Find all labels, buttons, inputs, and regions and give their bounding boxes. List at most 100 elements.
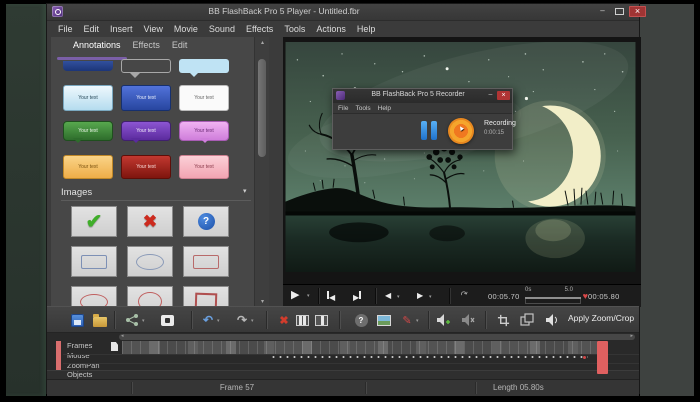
- redo-button[interactable]: ↷: [234, 312, 250, 328]
- recorder-menu-file[interactable]: File: [338, 105, 348, 112]
- mute-sound-button[interactable]: [460, 312, 476, 328]
- undo-button[interactable]: ↶: [200, 312, 216, 328]
- record-stop-button[interactable]: ▲: [448, 118, 474, 144]
- annotation-shape-tile[interactable]: Your text: [179, 155, 229, 179]
- redo-dropdown-icon[interactable]: ▾: [251, 318, 254, 324]
- track-label-mouse[interactable]: Mouse: [67, 351, 90, 360]
- scroll-down-icon[interactable]: ▾: [255, 298, 269, 305]
- undo-dropdown-icon[interactable]: ▾: [217, 318, 220, 324]
- tab-effects[interactable]: Effects: [133, 40, 160, 50]
- movie-preview[interactable]: BB FlashBack Pro 5 Recorder – × File Too…: [283, 37, 641, 284]
- timeline-scrollbar[interactable]: ◂ ▸: [119, 334, 635, 340]
- share-button[interactable]: [124, 312, 140, 328]
- images-section-header[interactable]: Images: [61, 187, 251, 201]
- pause-icon[interactable]: [421, 121, 427, 140]
- image-tile-rect-red[interactable]: [183, 246, 229, 277]
- annotation-shape-tile[interactable]: Your text: [63, 155, 113, 179]
- track-label-objects[interactable]: Objects: [67, 370, 92, 379]
- add-sound-button[interactable]: [435, 312, 451, 328]
- annotation-shape-tile[interactable]: Your text: [63, 121, 113, 141]
- skip-to-start-button[interactable]: ◀: [327, 291, 335, 302]
- insert-frame-button[interactable]: [313, 312, 329, 328]
- image-tile-ellipse-blue[interactable]: [127, 246, 173, 277]
- redo-icon: ↷: [237, 313, 247, 327]
- image-tile-check[interactable]: ✔: [71, 206, 117, 237]
- app-logo-icon: [52, 6, 63, 17]
- maximize-button[interactable]: [612, 6, 627, 17]
- insert-image-button[interactable]: [376, 312, 392, 328]
- annotation-shape-tile[interactable]: Your text: [179, 85, 229, 111]
- highlighter-dropdown-icon[interactable]: ▾: [416, 318, 419, 324]
- share-dropdown-icon[interactable]: ▾: [142, 318, 145, 324]
- annotation-shape-tile[interactable]: [63, 61, 113, 71]
- export-movie-button[interactable]: [159, 312, 175, 328]
- annotation-shape-tile[interactable]: Your text: [121, 155, 171, 179]
- panel-scrollbar[interactable]: ▴ ▾: [254, 37, 269, 307]
- image-tile-cross[interactable]: ✖: [127, 206, 173, 237]
- rectangle-sketch-icon: [81, 255, 107, 269]
- annotation-shape-tile[interactable]: Your text: [63, 85, 113, 111]
- delete-frames-button[interactable]: ✖: [276, 312, 292, 328]
- seek-slider[interactable]: 0s 5.0 ♥: [525, 287, 585, 305]
- panel-tabs: Annotations Effects Edit: [73, 40, 187, 50]
- mouse-track-events[interactable]: [270, 353, 588, 361]
- sound-button[interactable]: [544, 312, 560, 328]
- image-tile-ellipse-red[interactable]: [71, 286, 117, 307]
- menu-file[interactable]: File: [58, 24, 73, 34]
- scroll-up-icon[interactable]: ▴: [255, 39, 269, 46]
- scroll-left-icon[interactable]: ◂: [121, 333, 124, 339]
- copy-frames-icon: [520, 313, 534, 327]
- copy-frames-button[interactable]: [519, 312, 535, 328]
- menu-view[interactable]: View: [144, 24, 163, 34]
- scrollbar-thumb[interactable]: [258, 59, 266, 157]
- annotation-shape-tile[interactable]: [121, 59, 171, 73]
- menu-help[interactable]: Help: [357, 24, 376, 34]
- loop-curve-icon[interactable]: ↷: [459, 288, 470, 301]
- menu-movie[interactable]: Movie: [174, 24, 198, 34]
- image-tile-circle-red[interactable]: [127, 286, 173, 307]
- step-back-dropdown-icon[interactable]: ▾: [397, 294, 400, 300]
- step-forward-dropdown-icon[interactable]: ▾: [429, 294, 432, 300]
- annotation-shape-tile[interactable]: Your text: [121, 121, 171, 141]
- minimize-button[interactable]: –: [595, 6, 610, 17]
- save-button[interactable]: [69, 312, 85, 328]
- recorder-minimize-button[interactable]: –: [485, 91, 496, 100]
- crop-button[interactable]: [495, 312, 511, 328]
- play-options-dropdown-icon[interactable]: ▾: [307, 293, 310, 299]
- add-button-annotation[interactable]: ?: [353, 312, 369, 328]
- image-tile-square-red[interactable]: [183, 286, 229, 307]
- annotation-shape-tile[interactable]: [179, 59, 229, 73]
- menu-insert[interactable]: Insert: [110, 24, 133, 34]
- annotation-shape-tile[interactable]: Your text: [121, 85, 171, 111]
- skip-to-end-button[interactable]: ▶: [353, 291, 361, 302]
- maximize-icon: [615, 8, 624, 15]
- step-back-button[interactable]: ◀: [385, 291, 391, 300]
- open-button[interactable]: [92, 312, 108, 328]
- picture-icon: [377, 315, 391, 326]
- question-icon: ?: [198, 213, 215, 230]
- recorder-menu-help[interactable]: Help: [378, 105, 391, 112]
- apply-zoom-crop-button[interactable]: Apply Zoom/Crop: [568, 313, 634, 323]
- recorder-menu-tools[interactable]: Tools: [355, 105, 370, 112]
- track-label-frames[interactable]: Frames: [67, 341, 92, 350]
- annotation-shape-tile[interactable]: Your text: [179, 121, 229, 141]
- menu-effects[interactable]: Effects: [246, 24, 273, 34]
- insert-frames-button[interactable]: [294, 312, 310, 328]
- pause-icon[interactable]: [431, 121, 437, 140]
- timeline-playhead[interactable]: [597, 341, 608, 374]
- image-tile-rect-blue[interactable]: [71, 246, 117, 277]
- menu-tools[interactable]: Tools: [284, 24, 305, 34]
- close-button[interactable]: ×: [629, 6, 646, 17]
- chevron-down-icon[interactable]: ▾: [243, 187, 247, 195]
- menu-edit[interactable]: Edit: [84, 24, 100, 34]
- recorder-close-button[interactable]: ×: [497, 91, 510, 100]
- menu-sound[interactable]: Sound: [209, 24, 235, 34]
- menu-actions[interactable]: Actions: [316, 24, 346, 34]
- step-forward-button[interactable]: ▶: [417, 291, 423, 300]
- highlighter-button[interactable]: ✎: [399, 312, 415, 328]
- image-tile-question[interactable]: ?: [183, 206, 229, 237]
- scroll-right-icon[interactable]: ▸: [630, 333, 633, 339]
- play-button[interactable]: ▶: [291, 288, 299, 301]
- tab-annotations[interactable]: Annotations: [73, 40, 121, 50]
- tab-edit[interactable]: Edit: [172, 40, 188, 50]
